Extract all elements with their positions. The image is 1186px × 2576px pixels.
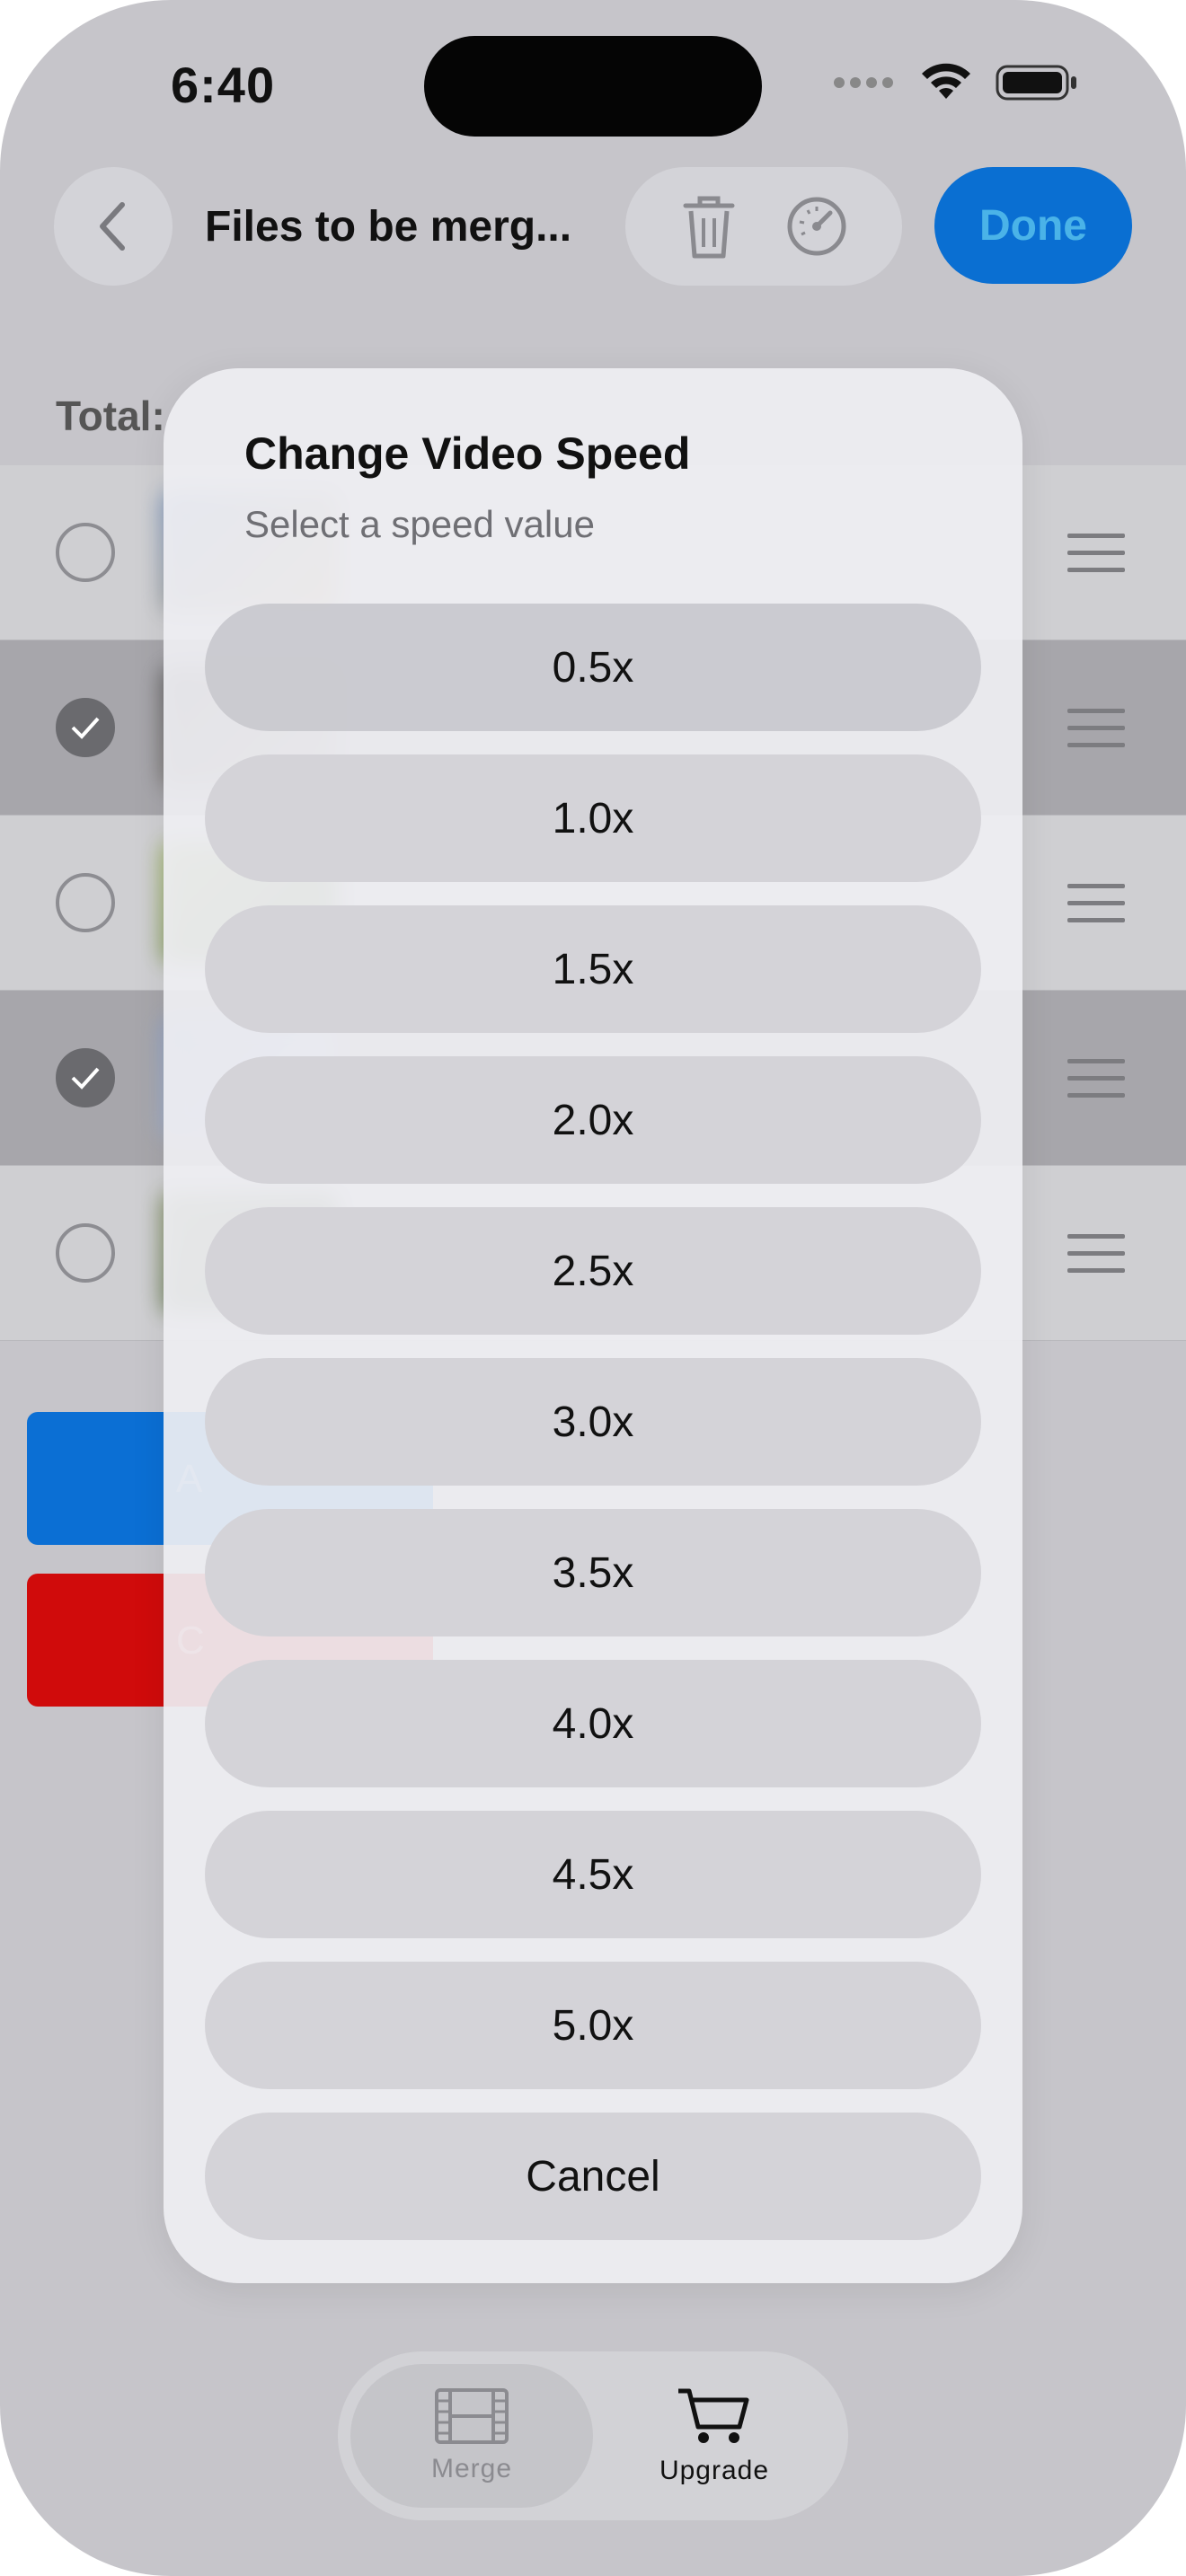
speed-option-4-5x[interactable]: 4.5x <box>205 1811 981 1938</box>
speed-option-3-5x[interactable]: 3.5x <box>205 1509 981 1636</box>
toolbar-actions <box>625 167 902 286</box>
done-button[interactable]: Done <box>934 167 1132 284</box>
speed-option-2-0x[interactable]: 2.0x <box>205 1056 981 1184</box>
tab-merge-label: Merge <box>430 2454 513 2483</box>
drag-handle-icon[interactable] <box>1067 709 1125 760</box>
film-icon <box>435 2388 509 2444</box>
select-radio[interactable] <box>56 698 115 757</box>
tab-upgrade-label: Upgrade <box>659 2456 770 2485</box>
back-button[interactable] <box>54 167 173 286</box>
drag-handle-icon[interactable] <box>1067 1234 1125 1285</box>
select-radio[interactable] <box>56 873 115 932</box>
speed-option-1-5x[interactable]: 1.5x <box>205 905 981 1033</box>
speed-options: 0.5x 1.0x 1.5x 2.0x 2.5x 3.0x 3.5x 4.0x … <box>205 604 981 2263</box>
signal-icon <box>834 77 893 88</box>
tab-upgrade[interactable]: Upgrade <box>593 2364 836 2508</box>
phone-screen: 6:40 Files to be merg... Done Total: Mer… <box>0 0 1186 2576</box>
speed-option-1-0x[interactable]: 1.0x <box>205 754 981 882</box>
speed-option-3-0x[interactable]: 3.0x <box>205 1358 981 1486</box>
checkmark-icon <box>71 717 100 739</box>
status-time: 6:40 <box>171 57 276 113</box>
page-title: Files to be merg... <box>205 203 572 251</box>
select-radio[interactable] <box>56 1048 115 1107</box>
dialog-subtitle: Select a speed value <box>244 503 595 545</box>
speedometer-icon[interactable] <box>785 195 848 258</box>
dialog-title: Change Video Speed <box>244 428 691 479</box>
trash-icon[interactable] <box>680 193 738 260</box>
tab-merge[interactable]: Merge <box>350 2364 593 2508</box>
chevron-left-icon <box>100 202 125 251</box>
change-speed-dialog: Change Video Speed Select a speed value … <box>164 368 1022 2283</box>
drag-handle-icon[interactable] <box>1067 534 1125 585</box>
drag-handle-icon[interactable] <box>1067 884 1125 935</box>
total-label: Total: <box>56 393 165 439</box>
status-icons <box>832 63 1078 102</box>
speed-option-5-0x[interactable]: 5.0x <box>205 1962 981 2089</box>
select-radio[interactable] <box>56 1223 115 1283</box>
speed-option-0-5x[interactable]: 0.5x <box>205 604 981 731</box>
speed-option-4-0x[interactable]: 4.0x <box>205 1660 981 1787</box>
checkmark-icon <box>71 1067 100 1090</box>
speed-option-2-5x[interactable]: 2.5x <box>205 1207 981 1335</box>
tab-bar: Merge Upgrade <box>338 2351 848 2520</box>
wifi-icon <box>922 63 970 99</box>
cart-icon <box>678 2388 749 2443</box>
battery-icon <box>996 65 1076 101</box>
drag-handle-icon[interactable] <box>1067 1059 1125 1110</box>
select-radio[interactable] <box>56 523 115 582</box>
cancel-button[interactable]: Cancel <box>205 2113 981 2240</box>
dynamic-island <box>424 36 762 137</box>
